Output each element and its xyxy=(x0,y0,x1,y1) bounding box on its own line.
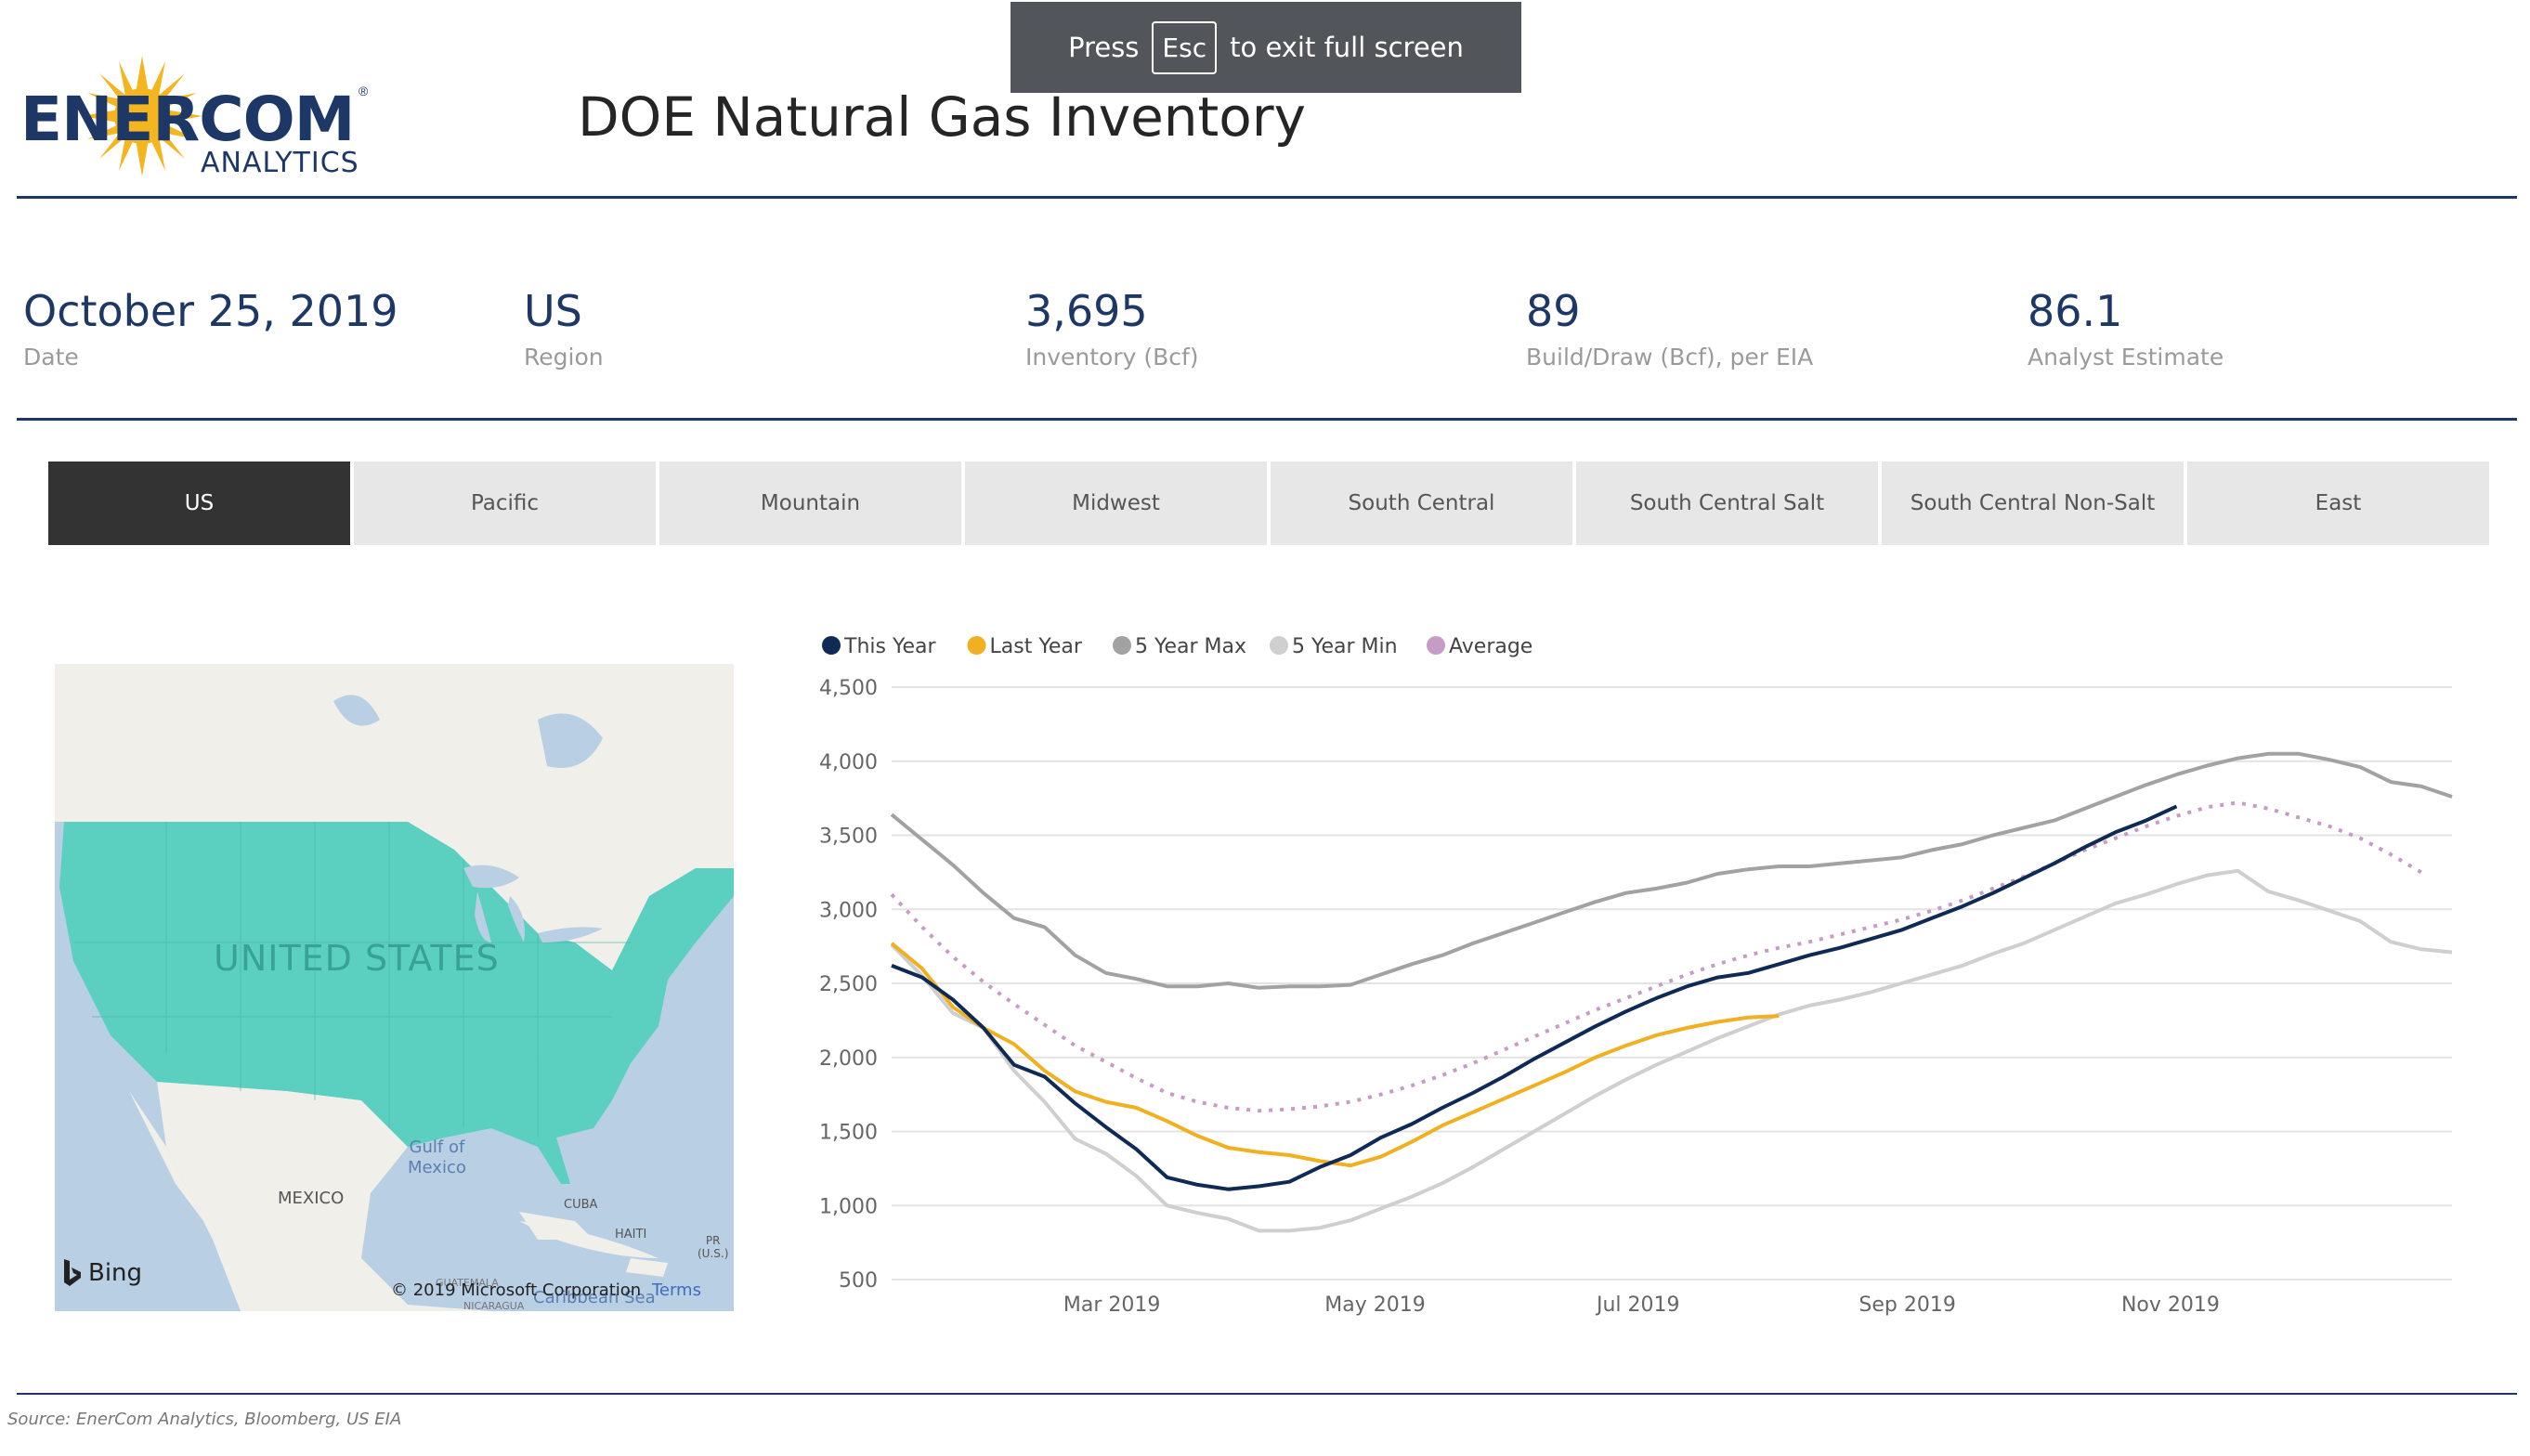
x-tick-label: Mar 2019 xyxy=(1063,1294,1161,1317)
gulf-label-line1: Gulf of xyxy=(409,1138,465,1157)
gulf-label-line2: Mexico xyxy=(408,1158,466,1177)
map-attribution: © 2019 Microsoft Corporation Terms xyxy=(391,1280,701,1300)
y-tick-label: 3,500 xyxy=(819,826,878,849)
registered-mark: ® xyxy=(359,84,369,98)
gulf-label: Gulf of Mexico xyxy=(408,1138,466,1178)
kpi-label: Inventory (Bcf) xyxy=(1025,344,1199,370)
legend-swatch xyxy=(1113,636,1131,655)
tab-us[interactable]: US xyxy=(48,462,350,545)
fullscreen-toast: Press Esc to exit full screen xyxy=(1011,2,1521,93)
legend-label: 5 Year Min xyxy=(1292,635,1398,658)
tab-south-central-non-salt[interactable]: South Central Non-Salt xyxy=(1882,462,2184,545)
kpi-build-draw: 89 Build/Draw (Bcf), per EIA xyxy=(1526,286,1813,370)
source-prefix: Source: xyxy=(7,1410,72,1429)
nicaragua-label: NICARAGUA xyxy=(463,1300,525,1311)
header-divider xyxy=(17,196,2517,199)
y-tick-label: 4,500 xyxy=(819,677,878,700)
inventory-line-chart: This Year Last Year 5 Year Max 5 Year Min Av… xyxy=(819,635,2453,1317)
x-tick-label: Sep 2019 xyxy=(1858,1294,1955,1317)
chart-series xyxy=(890,751,2453,1233)
attribution-text: © 2019 Microsoft Corporation xyxy=(391,1280,642,1300)
tab-south-central[interactable]: South Central xyxy=(1271,462,1572,545)
region-tabs: US Pacific Mountain Midwest South Centra… xyxy=(48,462,2489,545)
esc-key-badge: Esc xyxy=(1152,20,1218,74)
legend-label: Average xyxy=(1449,635,1532,658)
footer-divider xyxy=(17,1393,2517,1395)
kpi-date: October 25, 2019 Date xyxy=(23,286,398,370)
source-note: Source: EnerCom Analytics, Bloomberg, US… xyxy=(7,1410,401,1429)
cuba-label: CUBA xyxy=(564,1198,598,1212)
series-line-5-year-min xyxy=(890,868,2453,1233)
toast-prefix: Press xyxy=(1068,32,1140,63)
y-tick-label: 2,500 xyxy=(819,973,878,996)
x-axis: Mar 2019 May 2019 Jul 2019 Sep 2019 Nov 2019 xyxy=(1063,1294,2220,1317)
enercom-logo: ENERCOM ® ANALYTICS xyxy=(20,56,373,186)
pr-label: PR (U.S.) xyxy=(698,1234,728,1260)
tab-mountain[interactable]: Mountain xyxy=(659,462,961,545)
y-tick-label: 4,000 xyxy=(819,751,878,774)
terms-link[interactable]: Terms xyxy=(652,1280,701,1300)
kpi-value: US xyxy=(524,286,582,336)
legend-label: Last Year xyxy=(990,635,1083,658)
kpi-label: Date xyxy=(23,344,79,370)
chart-grid xyxy=(892,686,2452,1280)
kpi-analyst-estimate: 86.1 Analyst Estimate xyxy=(2028,286,2224,370)
legend-swatch xyxy=(1427,636,1445,655)
legend-swatch xyxy=(967,636,986,655)
kpi-value: 89 xyxy=(1526,286,1581,336)
y-tick-label: 2,000 xyxy=(819,1047,878,1071)
map-canvas xyxy=(55,664,734,1311)
source-text: EnerCom Analytics, Bloomberg, US EIA xyxy=(76,1410,402,1429)
series-line-5-year-max xyxy=(890,751,2453,990)
pr-label-line1: PR xyxy=(705,1234,721,1247)
page-title: DOE Natural Gas Inventory xyxy=(578,85,1306,149)
y-tick-label: 3,000 xyxy=(819,899,878,922)
kpi-divider xyxy=(17,418,2517,421)
kpi-region: US Region xyxy=(524,286,604,370)
kpi-label: Region xyxy=(524,344,604,370)
haiti-label: HAITI xyxy=(615,1228,647,1242)
y-axis: 4,500 4,000 3,500 3,000 2,500 2,000 1,500 1,000… xyxy=(819,677,878,1293)
bing-logo: Bing xyxy=(62,1258,142,1288)
pr-label-line2: (U.S.) xyxy=(698,1247,729,1260)
y-tick-label: 500 xyxy=(839,1269,878,1293)
kpi-value: 86.1 xyxy=(2028,286,2123,336)
kpi-value: 3,695 xyxy=(1025,286,1148,336)
toast-suffix: to exit full screen xyxy=(1230,32,1464,63)
tab-pacific[interactable]: Pacific xyxy=(354,462,656,545)
kpi-value: October 25, 2019 xyxy=(23,286,398,336)
bing-label: Bing xyxy=(88,1259,143,1287)
kpi-inventory: 3,695 Inventory (Bcf) xyxy=(1025,286,1199,370)
tab-south-central-salt[interactable]: South Central Salt xyxy=(1576,462,1878,545)
chart-legend: This Year Last Year 5 Year Max 5 Year Min Av… xyxy=(822,635,1532,658)
mexico-label: MEXICO xyxy=(278,1189,345,1208)
legend-swatch xyxy=(1270,636,1288,655)
bing-icon xyxy=(64,1259,81,1286)
x-tick-label: Jul 2019 xyxy=(1595,1294,1680,1317)
kpi-label: Analyst Estimate xyxy=(2028,344,2224,370)
tab-midwest[interactable]: Midwest xyxy=(965,462,1267,545)
tab-east[interactable]: East xyxy=(2187,462,2489,545)
y-tick-label: 1,000 xyxy=(819,1195,878,1218)
logo-wordmark: ENERCOM xyxy=(20,84,355,155)
y-tick-label: 1,500 xyxy=(819,1122,878,1145)
kpi-label: Build/Draw (Bcf), per EIA xyxy=(1526,344,1814,370)
legend-label: This Year xyxy=(843,635,936,658)
legend-swatch xyxy=(822,636,841,655)
country-label: UNITED STATES xyxy=(214,938,500,979)
region-map[interactable]: UNITED STATES Gulf of Mexico MEXICO CUBA… xyxy=(55,664,734,1311)
x-tick-label: May 2019 xyxy=(1324,1294,1425,1317)
x-tick-label: Nov 2019 xyxy=(2121,1294,2220,1317)
legend-label: 5 Year Max xyxy=(1135,635,1246,658)
